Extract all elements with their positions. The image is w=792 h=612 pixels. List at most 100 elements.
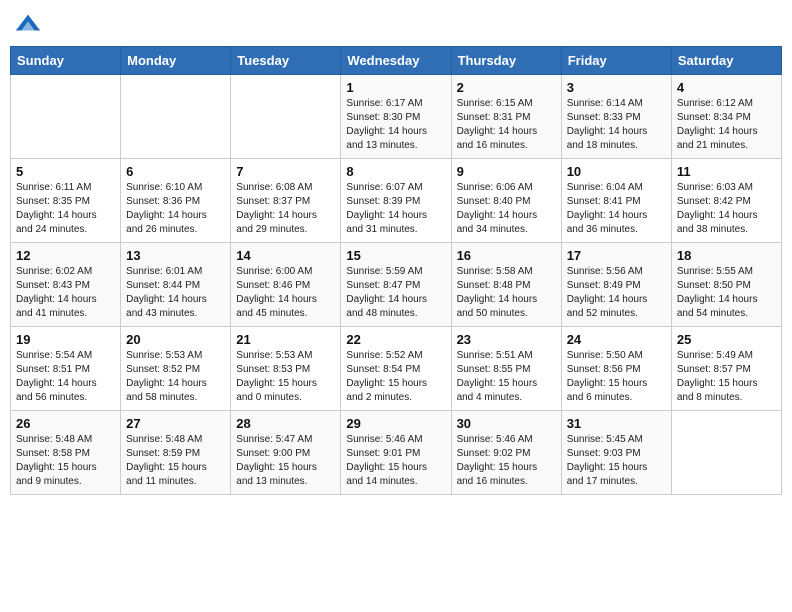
sunrise-text: Sunrise: 5:55 AM <box>677 265 776 279</box>
sunrise-text: Sunrise: 5:59 AM <box>346 265 445 279</box>
sunset-text: Sunset: 8:40 PM <box>457 195 556 209</box>
day-number: 9 <box>457 164 556 179</box>
calendar-day-cell: 13Sunrise: 6:01 AMSunset: 8:44 PMDayligh… <box>121 243 231 327</box>
sunrise-text: Sunrise: 5:51 AM <box>457 349 556 363</box>
day-number: 5 <box>16 164 115 179</box>
sunrise-text: Sunrise: 6:02 AM <box>16 265 115 279</box>
calendar-body: 1Sunrise: 6:17 AMSunset: 8:30 PMDaylight… <box>11 75 782 495</box>
daylight-text: Daylight: 14 hours and 21 minutes. <box>677 125 776 153</box>
sunrise-text: Sunrise: 5:45 AM <box>567 433 666 447</box>
day-info: Sunrise: 6:02 AMSunset: 8:43 PMDaylight:… <box>16 265 115 321</box>
sunset-text: Sunset: 8:34 PM <box>677 111 776 125</box>
page-header <box>10 10 782 38</box>
sunset-text: Sunset: 8:54 PM <box>346 363 445 377</box>
daylight-text: Daylight: 14 hours and 13 minutes. <box>346 125 445 153</box>
day-number: 2 <box>457 80 556 95</box>
daylight-text: Daylight: 14 hours and 24 minutes. <box>16 209 115 237</box>
day-info: Sunrise: 5:47 AMSunset: 9:00 PMDaylight:… <box>236 433 335 489</box>
sunrise-text: Sunrise: 6:07 AM <box>346 181 445 195</box>
calendar-week-row: 5 Sunrise: 6:11 AMSunset: 8:35 PMDaylight… <box>11 159 782 243</box>
sunrise-text: Sunrise: 5:49 AM <box>677 349 776 363</box>
daylight-text: Daylight: 14 hours and 18 minutes. <box>567 125 666 153</box>
logo-icon <box>14 10 42 38</box>
sunrise-text: Sunrise: 5:48 AM <box>16 433 115 447</box>
day-info: Sunrise: 5:49 AMSunset: 8:57 PMDaylight:… <box>677 349 776 405</box>
sunset-text: Sunset: 8:41 PM <box>567 195 666 209</box>
daylight-text: Daylight: 15 hours and 16 minutes. <box>457 461 556 489</box>
day-info: Sunrise: 6:10 AMSunset: 8:36 PMDaylight:… <box>126 181 225 237</box>
daylight-text: Daylight: 14 hours and 41 minutes. <box>16 293 115 321</box>
sunset-text: Sunset: 9:00 PM <box>236 447 335 461</box>
day-info: Sunrise: 5:50 AMSunset: 8:56 PMDaylight:… <box>567 349 666 405</box>
sunrise-text: Sunrise: 6:17 AM <box>346 97 445 111</box>
sunset-text: Sunset: 8:30 PM <box>346 111 445 125</box>
sunset-text: Sunset: 8:47 PM <box>346 279 445 293</box>
daylight-text: Daylight: 15 hours and 14 minutes. <box>346 461 445 489</box>
day-info: Sunrise: 5:58 AMSunset: 8:48 PMDaylight:… <box>457 265 556 321</box>
calendar-day-cell: 9 Sunrise: 6:06 AMSunset: 8:40 PMDaylight… <box>451 159 561 243</box>
sunrise-text: Sunrise: 5:58 AM <box>457 265 556 279</box>
day-number: 1 <box>346 80 445 95</box>
sunrise-text: Sunrise: 5:46 AM <box>457 433 556 447</box>
day-number: 15 <box>346 248 445 263</box>
sunset-text: Sunset: 8:57 PM <box>677 363 776 377</box>
calendar-day-cell: 14Sunrise: 6:00 AMSunset: 8:46 PMDayligh… <box>231 243 341 327</box>
day-number: 17 <box>567 248 666 263</box>
calendar-week-row: 1Sunrise: 6:17 AMSunset: 8:30 PMDaylight… <box>11 75 782 159</box>
logo <box>14 10 44 38</box>
day-info: Sunrise: 5:48 AMSunset: 8:58 PMDaylight:… <box>16 433 115 489</box>
calendar-week-row: 19Sunrise: 5:54 AMSunset: 8:51 PMDayligh… <box>11 327 782 411</box>
sunrise-text: Sunrise: 6:04 AM <box>567 181 666 195</box>
sunset-text: Sunset: 8:49 PM <box>567 279 666 293</box>
day-number: 29 <box>346 416 445 431</box>
daylight-text: Daylight: 15 hours and 6 minutes. <box>567 377 666 405</box>
daylight-text: Daylight: 14 hours and 54 minutes. <box>677 293 776 321</box>
day-info: Sunrise: 6:08 AMSunset: 8:37 PMDaylight:… <box>236 181 335 237</box>
day-info: Sunrise: 6:00 AMSunset: 8:46 PMDaylight:… <box>236 265 335 321</box>
day-number: 24 <box>567 332 666 347</box>
sunset-text: Sunset: 8:43 PM <box>16 279 115 293</box>
sunrise-text: Sunrise: 6:03 AM <box>677 181 776 195</box>
day-number: 23 <box>457 332 556 347</box>
day-info: Sunrise: 6:11 AMSunset: 8:35 PMDaylight:… <box>16 181 115 237</box>
daylight-text: Daylight: 15 hours and 8 minutes. <box>677 377 776 405</box>
day-info: Sunrise: 5:46 AMSunset: 9:02 PMDaylight:… <box>457 433 556 489</box>
day-number: 19 <box>16 332 115 347</box>
day-info: Sunrise: 6:03 AMSunset: 8:42 PMDaylight:… <box>677 181 776 237</box>
sunset-text: Sunset: 8:50 PM <box>677 279 776 293</box>
daylight-text: Daylight: 14 hours and 34 minutes. <box>457 209 556 237</box>
calendar-day-cell: 5 Sunrise: 6:11 AMSunset: 8:35 PMDaylight… <box>11 159 121 243</box>
weekday-header-cell: Wednesday <box>341 47 451 75</box>
sunset-text: Sunset: 8:58 PM <box>16 447 115 461</box>
day-number: 22 <box>346 332 445 347</box>
calendar-day-cell: 21Sunrise: 5:53 AMSunset: 8:53 PMDayligh… <box>231 327 341 411</box>
day-info: Sunrise: 5:59 AMSunset: 8:47 PMDaylight:… <box>346 265 445 321</box>
day-number: 31 <box>567 416 666 431</box>
sunset-text: Sunset: 8:53 PM <box>236 363 335 377</box>
sunrise-text: Sunrise: 6:12 AM <box>677 97 776 111</box>
day-info: Sunrise: 6:14 AMSunset: 8:33 PMDaylight:… <box>567 97 666 153</box>
day-info: Sunrise: 5:53 AMSunset: 8:52 PMDaylight:… <box>126 349 225 405</box>
calendar-day-cell <box>671 411 781 495</box>
daylight-text: Daylight: 14 hours and 45 minutes. <box>236 293 335 321</box>
sunrise-text: Sunrise: 5:46 AM <box>346 433 445 447</box>
calendar-day-cell: 10Sunrise: 6:04 AMSunset: 8:41 PMDayligh… <box>561 159 671 243</box>
day-info: Sunrise: 6:12 AMSunset: 8:34 PMDaylight:… <box>677 97 776 153</box>
calendar-week-row: 12Sunrise: 6:02 AMSunset: 8:43 PMDayligh… <box>11 243 782 327</box>
calendar-day-cell <box>231 75 341 159</box>
sunrise-text: Sunrise: 5:52 AM <box>346 349 445 363</box>
weekday-header-cell: Sunday <box>11 47 121 75</box>
day-number: 4 <box>677 80 776 95</box>
sunset-text: Sunset: 8:31 PM <box>457 111 556 125</box>
calendar-day-cell: 12Sunrise: 6:02 AMSunset: 8:43 PMDayligh… <box>11 243 121 327</box>
day-number: 20 <box>126 332 225 347</box>
day-info: Sunrise: 5:55 AMSunset: 8:50 PMDaylight:… <box>677 265 776 321</box>
calendar-day-cell: 3Sunrise: 6:14 AMSunset: 8:33 PMDaylight… <box>561 75 671 159</box>
day-info: Sunrise: 6:07 AMSunset: 8:39 PMDaylight:… <box>346 181 445 237</box>
calendar-day-cell: 8Sunrise: 6:07 AMSunset: 8:39 PMDaylight… <box>341 159 451 243</box>
sunrise-text: Sunrise: 6:06 AM <box>457 181 556 195</box>
sunrise-text: Sunrise: 6:14 AM <box>567 97 666 111</box>
sunset-text: Sunset: 8:36 PM <box>126 195 225 209</box>
daylight-text: Daylight: 15 hours and 0 minutes. <box>236 377 335 405</box>
calendar-week-row: 26Sunrise: 5:48 AMSunset: 8:58 PMDayligh… <box>11 411 782 495</box>
